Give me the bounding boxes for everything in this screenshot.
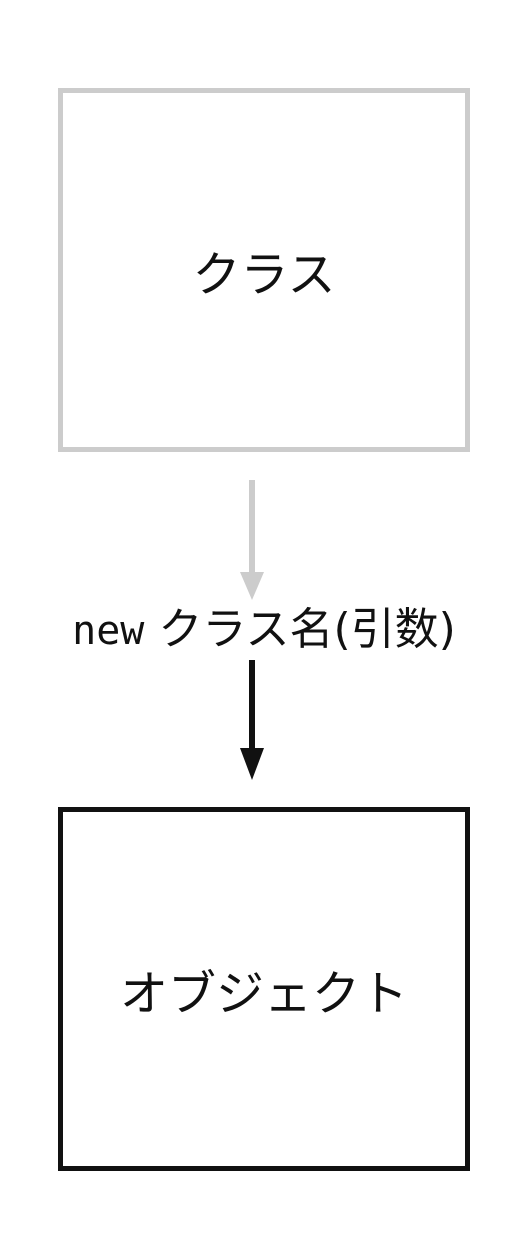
black-arrow — [240, 660, 264, 780]
object-label: オブジェクト — [119, 966, 408, 1022]
constructor-call: new クラス名(引数) — [0, 600, 528, 660]
gray-arrow — [240, 480, 264, 600]
new-keyword: new — [72, 608, 145, 654]
object-box: オブジェクト — [58, 807, 470, 1171]
constructor-expression: クラス名(引数) — [158, 604, 456, 655]
gray-arrow-head — [240, 572, 264, 600]
black-arrow-head — [240, 748, 264, 780]
